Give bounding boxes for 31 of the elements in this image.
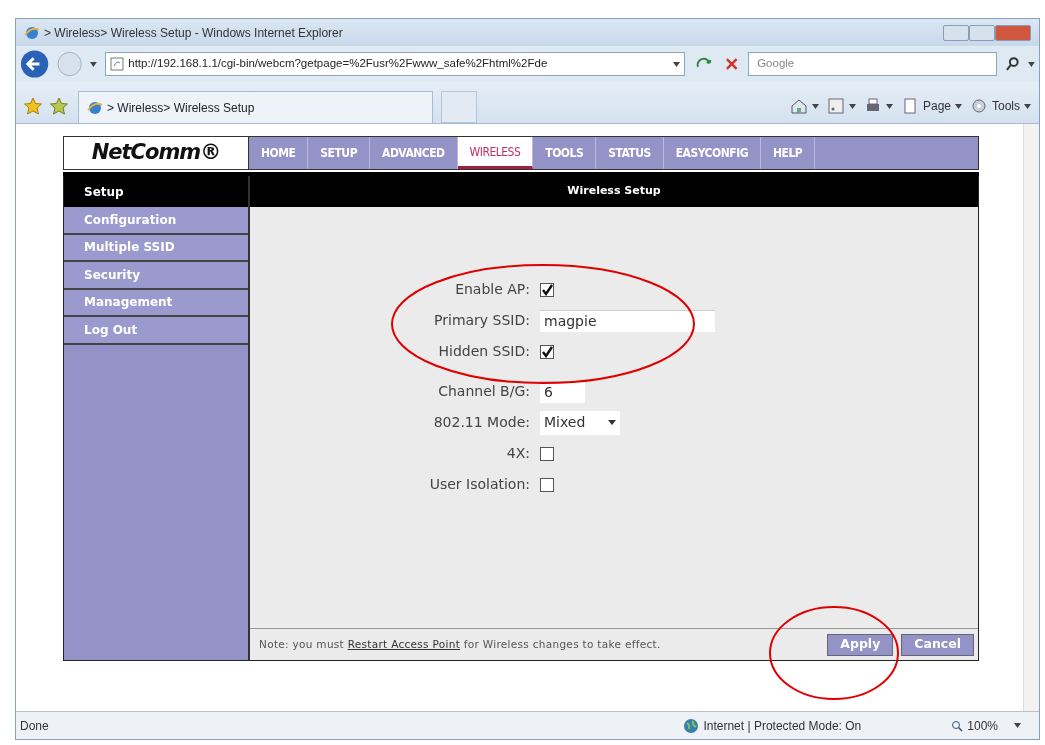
search-field[interactable]: Google xyxy=(748,52,997,76)
command-button[interactable]: Page xyxy=(900,97,962,115)
restart-link[interactable]: Restart Access Point xyxy=(347,637,461,650)
status-text: Done xyxy=(20,717,49,735)
nav-tab[interactable]: WIRELESS xyxy=(457,137,534,169)
sidebar-heading: Setup xyxy=(64,176,248,207)
field-label: 4X: xyxy=(505,444,531,463)
field-label: Channel B/G: xyxy=(437,382,531,401)
zoom-button[interactable]: 100% xyxy=(951,716,1021,735)
sidebar-item[interactable]: Management xyxy=(64,289,248,317)
ssid-field[interactable]: magpie xyxy=(540,309,715,332)
field-label: Hidden SSID: xyxy=(437,342,531,361)
channel-field[interactable]: 6 xyxy=(540,380,585,403)
field-label: Primary SSID: xyxy=(433,311,531,330)
field-label: Enable AP: xyxy=(454,280,531,299)
field-label: 802.11 Mode: xyxy=(432,413,531,432)
sidebar-item[interactable]: Configuration xyxy=(64,207,248,235)
apply-button[interactable]: Apply xyxy=(827,633,894,656)
window-title: > Wireless> Wireless Setup - Windows Internet Explorer xyxy=(44,24,343,42)
address-field[interactable]: http://192.168.1.1/cgi-bin/webcm?getpage=%2Fusr%2Fwww_safe%2Fhtml%2Fde xyxy=(105,52,686,76)
zone-text: Internet | Protected Mode: On xyxy=(703,717,862,735)
cancel-button[interactable]: Cancel xyxy=(901,633,974,656)
panel-title: Wireless Setup xyxy=(250,176,978,207)
note-text: Note: you must Restart Access Point for Wireless changes to take effect. xyxy=(259,636,661,652)
mode-dropdown[interactable]: Mixed xyxy=(540,410,620,435)
command-button[interactable]: Tools xyxy=(970,97,1031,115)
browser-tab[interactable]: > Wireless> Wireless Setup xyxy=(78,91,433,123)
sidebar-item[interactable]: Multiple SSID xyxy=(64,234,248,262)
sidebar-item[interactable]: Log Out xyxy=(64,317,248,345)
sidebar-item[interactable]: Security xyxy=(64,262,248,290)
field-label: User Isolation: xyxy=(428,475,531,494)
